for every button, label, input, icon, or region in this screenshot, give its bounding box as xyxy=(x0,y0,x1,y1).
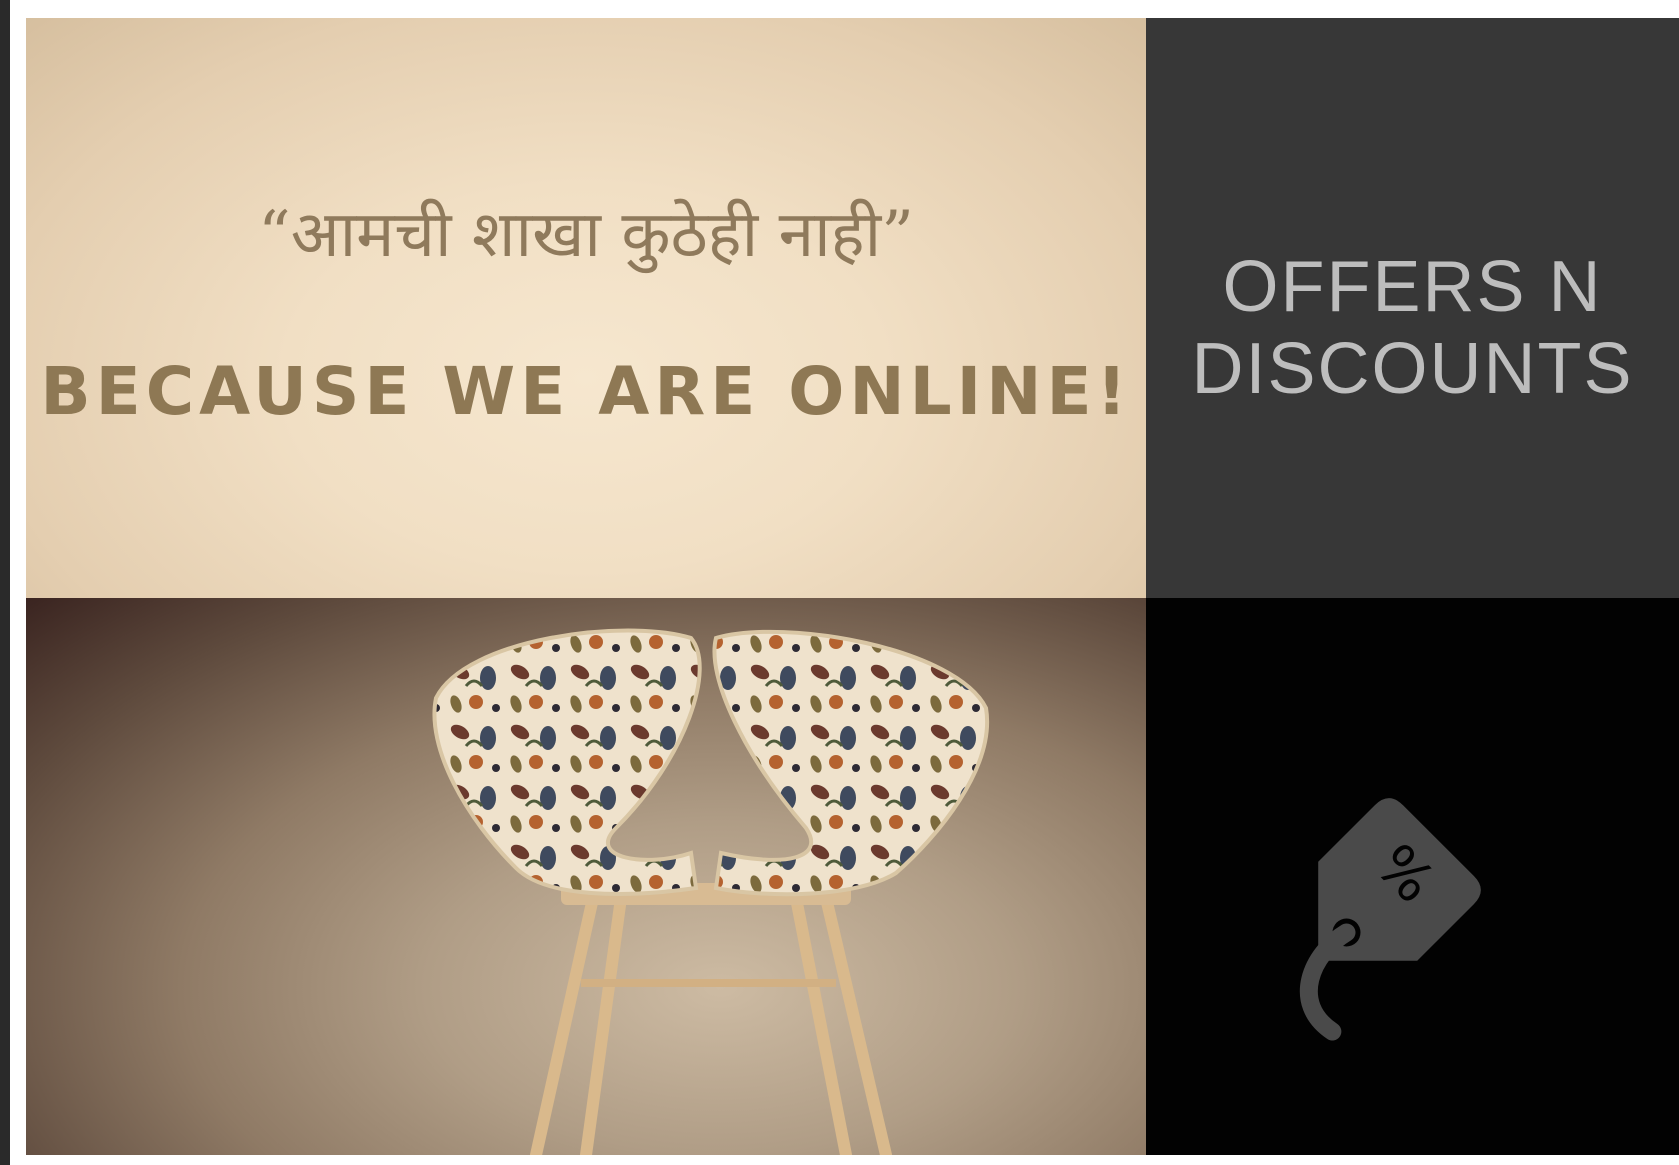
chair-photo xyxy=(26,598,1146,1155)
page-frame: “आमची शाखा कुठेही नाही” BECAUSE WE ARE O… xyxy=(0,0,1679,1165)
discount-tag-tile[interactable]: % xyxy=(1146,598,1679,1155)
offers-heading: OFFERS N DISCOUNTS xyxy=(1146,246,1679,410)
offers-heading-line2: DISCOUNTS xyxy=(1191,329,1634,409)
discount-tag-icon: % xyxy=(1299,798,1481,1041)
offers-tile[interactable]: OFFERS N DISCOUNTS xyxy=(1146,18,1679,598)
tagline-banner: “आमची शाखा कुठेही नाही” BECAUSE WE ARE O… xyxy=(26,18,1146,598)
offers-heading-line1: OFFERS N xyxy=(1222,247,1603,327)
chair-left-shell xyxy=(432,628,702,896)
chair-right-shell xyxy=(712,629,990,897)
chair-legs xyxy=(530,892,892,1155)
chair-illustration xyxy=(432,628,990,1155)
marathi-tagline: “आमची शाखा कुठेही नाही” xyxy=(258,198,914,272)
english-tagline: BECAUSE WE ARE ONLINE! xyxy=(40,353,1132,430)
